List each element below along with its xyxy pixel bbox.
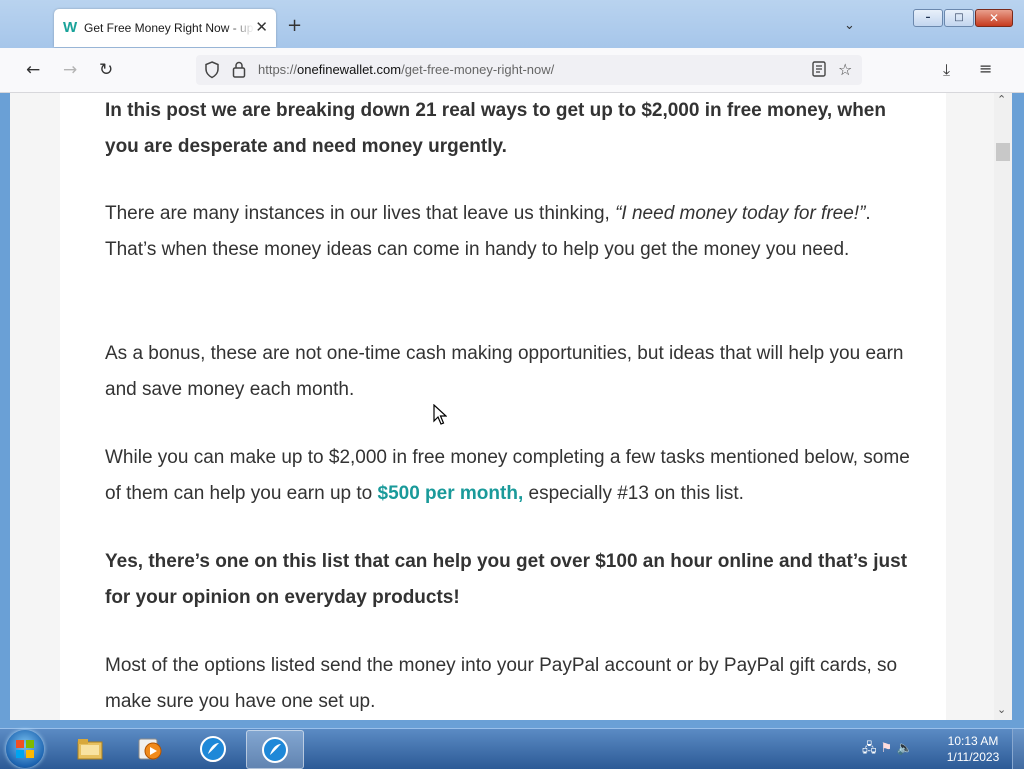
- paragraph-bonus: As a bonus, these are not one-time cash …: [105, 343, 904, 400]
- paragraph-paypal: Most of the options listed send the mone…: [105, 655, 898, 712]
- bookmark-star-icon[interactable]: ☆: [838, 60, 852, 79]
- start-button[interactable]: [6, 730, 44, 768]
- close-tab-icon[interactable]: ✕: [255, 18, 268, 36]
- clock-time: 10:13 AM: [947, 734, 999, 748]
- media-player-icon: [138, 738, 162, 760]
- minimize-icon: –: [925, 12, 931, 23]
- close-window-button[interactable]: ✕: [975, 9, 1013, 27]
- new-tab-icon[interactable]: +: [287, 17, 302, 35]
- favicon-icon: W: [63, 19, 78, 36]
- restore-button[interactable]: □: [944, 9, 974, 27]
- reload-icon[interactable]: ↻: [99, 60, 113, 80]
- paragraph-need-money: There are many instances in our lives th…: [105, 196, 915, 268]
- navigation-toolbar: ← → ↻ https://onefinewallet.com/get-free…: [0, 48, 1024, 93]
- app-icon: [200, 736, 226, 762]
- close-icon: ✕: [988, 11, 1000, 25]
- paragraph-text: There are many instances in our lives th…: [105, 203, 616, 224]
- url-text[interactable]: https://onefinewallet.com/get-free-money…: [258, 62, 554, 77]
- page-viewport: In this post we are breaking down 21 rea…: [10, 93, 994, 720]
- taskbar-media-player[interactable]: [122, 730, 178, 767]
- taskbar: 🖧 ⚑ 🔈 10:13 AM 1/11/2023: [0, 728, 1024, 769]
- shield-icon[interactable]: [204, 61, 220, 79]
- tab-strip: W Get Free Money Right Now - up to $2,00…: [0, 0, 1024, 48]
- active-tab[interactable]: W Get Free Money Right Now - up to $2,00…: [54, 9, 276, 47]
- mouse-cursor-icon: [433, 404, 447, 425]
- show-desktop-button[interactable]: [1012, 729, 1024, 769]
- folder-icon: [77, 739, 103, 760]
- system-tray: 🖧 ⚑ 🔈: [862, 739, 913, 761]
- url-domain: onefinewallet.com: [297, 62, 402, 77]
- taskbar-explorer[interactable]: [62, 730, 118, 767]
- address-bar[interactable]: https://onefinewallet.com/get-free-money…: [196, 55, 862, 85]
- reader-view-icon[interactable]: [812, 61, 826, 77]
- forward-icon[interactable]: →: [63, 60, 77, 80]
- url-path: /get-free-money-right-now/: [401, 62, 555, 77]
- menu-icon[interactable]: ≡: [979, 59, 992, 78]
- paragraph-text: especially #13 on this list.: [523, 483, 744, 504]
- taskbar-app-active[interactable]: [246, 730, 304, 769]
- taskbar-app[interactable]: [185, 730, 241, 767]
- lock-icon[interactable]: [232, 61, 246, 78]
- download-icon[interactable]: ⤓: [943, 60, 950, 80]
- network-icon[interactable]: 🖧: [862, 741, 877, 756]
- minimize-button[interactable]: –: [913, 9, 943, 27]
- url-scheme: https://: [258, 62, 298, 77]
- windows-logo-icon: [16, 740, 34, 758]
- per-month-link[interactable]: $500 per month,: [378, 483, 524, 504]
- clock[interactable]: 10:13 AM 1/11/2023: [940, 733, 1006, 765]
- app-icon: [262, 737, 288, 763]
- list-tabs-icon[interactable]: ⌄: [844, 18, 855, 33]
- vertical-scrollbar[interactable]: ⌃ ⌄: [994, 93, 1012, 720]
- volume-icon[interactable]: 🔈: [896, 741, 912, 756]
- tab-title: Get Free Money Right Now - up to $2,000: [84, 21, 254, 35]
- scroll-up-icon[interactable]: ⌃: [997, 93, 1006, 106]
- paragraph-hour-online: Yes, there’s one on this list that can h…: [105, 551, 908, 608]
- article-body: In this post we are breaking down 21 rea…: [60, 93, 946, 720]
- back-icon[interactable]: ←: [26, 60, 40, 80]
- intro-paragraph: In this post we are breaking down 21 rea…: [105, 100, 886, 157]
- paragraph-earn: While you can make up to $2,000 in free …: [105, 440, 915, 512]
- clock-date: 1/11/2023: [946, 750, 1000, 764]
- restore-icon: □: [954, 12, 964, 23]
- scroll-down-icon[interactable]: ⌄: [997, 703, 1006, 716]
- action-center-icon[interactable]: ⚑: [881, 741, 893, 756]
- scrollbar-thumb[interactable]: [996, 143, 1010, 161]
- italic-quote: “I need money today for free!”: [615, 203, 866, 224]
